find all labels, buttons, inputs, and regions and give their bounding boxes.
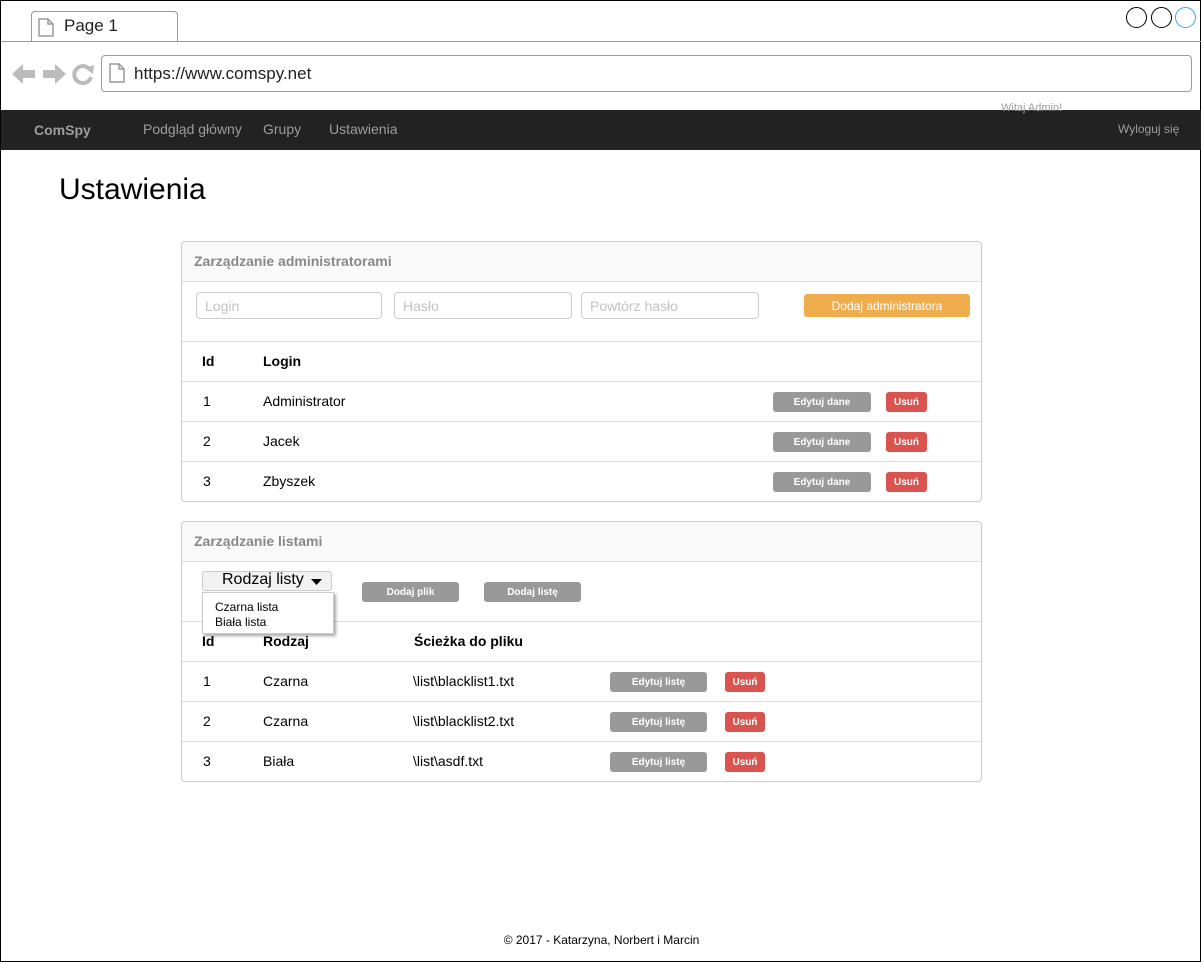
url-text: https://www.comspy.net [134,64,312,83]
browser-window: Page 1 https://www.comspy.net ComSpy Pod… [0,0,1201,962]
column-header-login: Login [263,353,302,369]
row-id: 1 [203,393,211,409]
address-bar[interactable]: https://www.comspy.net [101,55,1192,92]
column-header-id: Id [202,633,215,649]
window-circle-icon[interactable] [1126,7,1147,28]
row-path: \list\blacklist1.txt [413,673,515,689]
delete-list-button[interactable]: Usuń [725,752,765,772]
login-input[interactable] [196,292,382,319]
forward-arrow-icon[interactable] [41,62,67,86]
table-row: 3 Biała \list\asdf.txt Edytuj listę Usuń [182,741,981,782]
table-row: 2 Czarna \list\blacklist2.txt Edytuj lis… [182,701,981,742]
page-icon [38,18,54,37]
row-id: 3 [203,473,211,489]
edit-list-button[interactable]: Edytuj listę [610,752,707,772]
lists-panel-heading: Zarządzanie listami [182,522,981,562]
edit-admin-button[interactable]: Edytuj dane [773,432,871,452]
back-arrow-icon[interactable] [11,62,37,86]
row-login: Zbyszek [263,473,316,489]
edit-admin-button[interactable]: Edytuj dane [773,392,871,412]
column-header-type: Rodzaj [263,633,309,649]
edit-list-button[interactable]: Edytuj listę [610,712,707,732]
delete-list-button[interactable]: Usuń [725,712,765,732]
list-type-dropdown[interactable]: Rodzaj listy [202,571,332,591]
admins-panel: Zarządzanie administratorami Dodaj admin… [181,241,982,502]
row-id: 1 [203,673,211,689]
row-type: Czarna [263,713,309,729]
add-admin-button[interactable]: Dodaj administratora [804,294,970,317]
tab-strip-divider [1,41,1201,42]
delete-admin-button[interactable]: Usuń [886,472,927,492]
edit-admin-button[interactable]: Edytuj dane [773,472,871,492]
caret-down-icon [311,579,322,585]
row-id: 2 [203,713,211,729]
row-type: Czarna [263,673,309,689]
admins-panel-heading: Zarządzanie administratorami [182,242,981,282]
greeting-text: Witaj Admin! [1001,102,1063,114]
row-login: Administrator [263,393,346,409]
row-type: Biała [263,753,295,769]
logout-link[interactable]: Wyloguj się [1118,122,1179,136]
window-circle-icon[interactable] [1151,7,1172,28]
repeat-password-input[interactable] [581,292,759,319]
footer-text: © 2017 - Katarzyna, Norbert i Marcin [503,933,700,947]
edit-list-button[interactable]: Edytuj listę [610,672,707,692]
lists-toolbar: Rodzaj listy Czarna lista Biała lista Do… [182,562,981,634]
window-circle-icon[interactable] [1175,7,1196,28]
menu-item-czarna[interactable]: Czarna lista [215,600,278,614]
row-login: Jacek [263,433,300,449]
nav-item-podglad[interactable]: Podgląd główny [143,121,242,137]
page-icon [109,63,125,83]
browser-tab[interactable]: Page 1 [31,11,178,42]
column-header-path: Ścieżka do pliku [414,633,523,649]
admins-table-header: Id Login [182,341,981,382]
reload-icon[interactable] [71,62,95,86]
lists-panel-title: Zarządzanie listami [194,533,323,549]
admins-panel-title: Zarządzanie administratorami [194,253,392,269]
password-input[interactable] [394,292,572,319]
page-title: Ustawienia [59,173,206,206]
column-header-id: Id [202,353,215,369]
table-row: 2 Jacek Edytuj dane Usuń [182,421,981,462]
delete-list-button[interactable]: Usuń [725,672,765,692]
nav-item-grupy[interactable]: Grupy [263,121,301,137]
navbar: ComSpy Podgląd główny Grupy Ustawienia W… [1,110,1201,150]
row-id: 3 [203,753,211,769]
list-type-menu: Czarna lista Biała lista [202,592,334,634]
delete-admin-button[interactable]: Usuń [886,432,927,452]
dropdown-label: Rodzaj listy [222,571,304,588]
add-list-button[interactable]: Dodaj listę [484,582,581,602]
nav-item-ustawienia[interactable]: Ustawienia [329,121,397,137]
brand-link[interactable]: ComSpy [34,122,91,138]
row-path: \list\asdf.txt [413,753,484,769]
delete-admin-button[interactable]: Usuń [886,392,927,412]
row-path: \list\blacklist2.txt [413,713,515,729]
table-row: 1 Administrator Edytuj dane Usuń [182,381,981,422]
table-row: 1 Czarna \list\blacklist1.txt Edytuj lis… [182,661,981,702]
table-row: 3 Zbyszek Edytuj dane Usuń [182,461,981,502]
add-file-button[interactable]: Dodaj plik [362,582,459,602]
lists-panel: Zarządzanie listami Rodzaj listy Czarna … [181,521,982,782]
row-id: 2 [203,433,211,449]
menu-item-biala[interactable]: Biała lista [215,615,266,629]
tab-label: Page 1 [64,16,118,35]
